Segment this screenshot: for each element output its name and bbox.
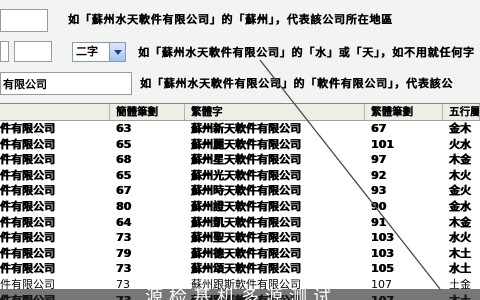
- cell-company-name: 件有限公司: [0, 231, 55, 245]
- cell-company-name: 件有限公司: [0, 153, 55, 167]
- table-row[interactable]: 件有限公司 65 蘇州麗天軟件有限公司 101 火水: [0, 137, 480, 153]
- cell-five-elements: 金火: [449, 184, 471, 198]
- cell-traditional-strokes: 97: [371, 153, 387, 167]
- cell-five-elements: 木金: [449, 215, 471, 229]
- results-header: 簡體筆劃繁體字繁體筆劃五行屬性: [0, 104, 480, 121]
- cell-company-name: 件有限公司: [0, 122, 55, 135]
- middle-first-char-input[interactable]: [0, 41, 9, 62]
- chevron-down-icon: [113, 50, 122, 55]
- cell-five-elements: 水火: [449, 231, 471, 245]
- cell-company-name: 件有限公司: [0, 184, 55, 198]
- region-hint: 如「蘇州水天軟件有限公司」的「蘇州」，代表該公司所在地區: [68, 13, 393, 26]
- cell-company-name: 件有限公司: [0, 199, 55, 213]
- cell-traditional-name: 蘇州麗天軟件有限公司: [191, 137, 301, 151]
- cell-traditional-name: 蘇州德天軟件有限公司: [191, 246, 301, 260]
- cell-traditional-strokes: 67: [371, 122, 387, 135]
- column-header-2[interactable]: 簡體筆劃: [110, 104, 185, 120]
- cell-simplified-strokes: 64: [116, 215, 132, 229]
- table-row[interactable]: 件有限公司 73 蘇州頌天軟件有限公司 105 水土: [0, 261, 480, 277]
- cell-traditional-name: 蘇州時天軟件有限公司: [191, 184, 301, 198]
- cell-simplified-strokes: 65: [116, 137, 132, 151]
- cell-company-name: 件有限公司: [0, 262, 55, 276]
- column-header-3[interactable]: 繁體字: [185, 104, 365, 120]
- cell-simplified-strokes: 65: [116, 168, 132, 182]
- column-header-1[interactable]: [0, 104, 110, 120]
- cell-five-elements: 金水: [449, 199, 471, 213]
- cell-traditional-strokes: 93: [371, 184, 387, 198]
- table-row[interactable]: 件有限公司 64 蘇州凱天軟件有限公司 91 木金: [0, 215, 480, 231]
- cell-simplified-strokes: 73: [116, 231, 132, 245]
- overlay-caption: 源检基机多源测试: [145, 289, 337, 300]
- length-select[interactable]: 二字: [72, 42, 126, 62]
- table-row[interactable]: 件有限公司 68 蘇州星天軟件有限公司 97 木金: [0, 152, 480, 168]
- cell-five-elements: 水土: [449, 262, 471, 276]
- cell-traditional-strokes: 103: [371, 231, 394, 245]
- length-select-value: 二字: [76, 45, 98, 58]
- table-row[interactable]: 件有限公司 79 蘇州德天軟件有限公司 103 木土: [0, 246, 480, 262]
- results-body: 件有限公司 63 蘇州新天軟件有限公司 67 金木 件有限公司 65 蘇州麗天軟件有限公司 10…: [0, 121, 480, 300]
- cell-traditional-name: 蘇州證天軟件有限公司: [191, 199, 301, 213]
- cell-simplified-strokes: 80: [116, 199, 132, 213]
- cell-traditional-name: 蘇州光天軟件有限公司: [191, 168, 301, 182]
- cell-five-elements: 木土: [449, 246, 471, 260]
- middle-hint: 如「蘇州水天軟件有限公司」的「水」或「天」，如不用就任何字: [138, 46, 475, 59]
- column-header-5[interactable]: 五行屬性: [443, 104, 480, 120]
- cell-traditional-name: 蘇州凱天軟件有限公司: [191, 215, 301, 229]
- cell-simplified-strokes: 68: [116, 153, 132, 167]
- cell-five-elements: 木金: [449, 153, 471, 167]
- suffix-input[interactable]: [0, 72, 132, 95]
- results-table[interactable]: 簡體筆劃繁體字繁體筆劃五行屬性 件有限公司63蘇州新天軟件有限公司67金木件有限…: [0, 103, 480, 300]
- suffix-hint: 如「蘇州水天軟件有限公司」的「軟件有限公司」，代表該公: [140, 77, 454, 90]
- table-row[interactable]: 件有限公司 67 蘇州時天軟件有限公司 93 金火: [0, 183, 480, 199]
- table-row[interactable]: 件有限公司 65 蘇州光天軟件有限公司 92 木火: [0, 168, 480, 184]
- cell-traditional-name: 蘇州星天軟件有限公司: [191, 153, 301, 167]
- cell-five-elements: 木火: [449, 168, 471, 182]
- cell-traditional-strokes: 105: [371, 262, 394, 276]
- cell-company-name: 件有限公司: [0, 168, 55, 182]
- cell-traditional-name: 蘇州聖天軟件有限公司: [191, 231, 301, 245]
- cell-company-name: 件有限公司: [0, 137, 55, 151]
- cell-simplified-strokes: 73: [116, 262, 132, 276]
- caption-overlay: 源检基机多源测试: [0, 289, 480, 300]
- cell-traditional-strokes: 101: [371, 137, 394, 151]
- cell-simplified-strokes: 79: [116, 246, 132, 260]
- table-row[interactable]: 件有限公司 73 蘇州聖天軟件有限公司 103 水火: [0, 230, 480, 246]
- cell-traditional-strokes: 90: [371, 199, 387, 213]
- table-row[interactable]: 件有限公司 80 蘇州證天軟件有限公司 90 金水: [0, 199, 480, 215]
- cell-five-elements: 金木: [449, 122, 471, 135]
- cell-simplified-strokes: 63: [116, 122, 132, 135]
- middle-second-char-input[interactable]: [14, 41, 52, 62]
- table-row[interactable]: 件有限公司 63 蘇州新天軟件有限公司 67 金木: [0, 121, 480, 137]
- dropdown-button[interactable]: [109, 43, 125, 61]
- cell-traditional-name: 蘇州新天軟件有限公司: [191, 122, 301, 135]
- cell-company-name: 件有限公司: [0, 246, 55, 260]
- region-input[interactable]: [0, 9, 48, 32]
- cell-traditional-strokes: 91: [371, 215, 387, 229]
- cell-traditional-strokes: 103: [371, 246, 394, 260]
- column-header-4[interactable]: 繁體筆劃: [365, 104, 443, 120]
- cell-simplified-strokes: 67: [116, 184, 132, 198]
- cell-five-elements: 火水: [449, 137, 471, 151]
- cell-traditional-name: 蘇州頌天軟件有限公司: [191, 262, 301, 276]
- cell-traditional-strokes: 92: [371, 168, 387, 182]
- cell-company-name: 件有限公司: [0, 215, 55, 229]
